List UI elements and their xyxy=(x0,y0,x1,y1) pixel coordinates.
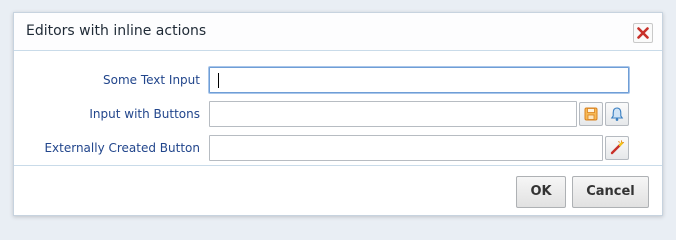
dialog-footer: OK Cancel xyxy=(14,165,662,215)
field-row-text-input: Some Text Input xyxy=(14,67,662,93)
notify-button[interactable] xyxy=(605,102,629,126)
field-row-input-with-buttons: Input with Buttons xyxy=(14,101,662,127)
field-row-external-button: Externally Created Button xyxy=(14,135,662,161)
cancel-button[interactable]: Cancel xyxy=(572,176,649,208)
externally-created-button-field[interactable] xyxy=(209,135,603,161)
field-label: Input with Buttons xyxy=(89,107,200,121)
save-button[interactable] xyxy=(579,102,603,126)
bell-icon xyxy=(610,107,624,121)
magic-wand-icon xyxy=(610,140,625,155)
some-text-input[interactable] xyxy=(209,67,629,93)
close-button[interactable] xyxy=(633,23,653,43)
input-with-buttons-field[interactable] xyxy=(209,101,577,127)
save-icon xyxy=(584,107,598,121)
dialog-title: Editors with inline actions xyxy=(26,23,207,39)
field-label: Externally Created Button xyxy=(44,141,200,155)
close-icon xyxy=(637,27,649,39)
field-label: Some Text Input xyxy=(102,73,200,87)
magic-wand-button[interactable] xyxy=(605,136,629,160)
text-caret xyxy=(218,73,219,88)
ok-button[interactable]: OK xyxy=(516,176,566,208)
dialog-titlebar: Editors with inline actions xyxy=(14,13,662,51)
dialog: Editors with inline actions Some Text In… xyxy=(13,12,663,216)
